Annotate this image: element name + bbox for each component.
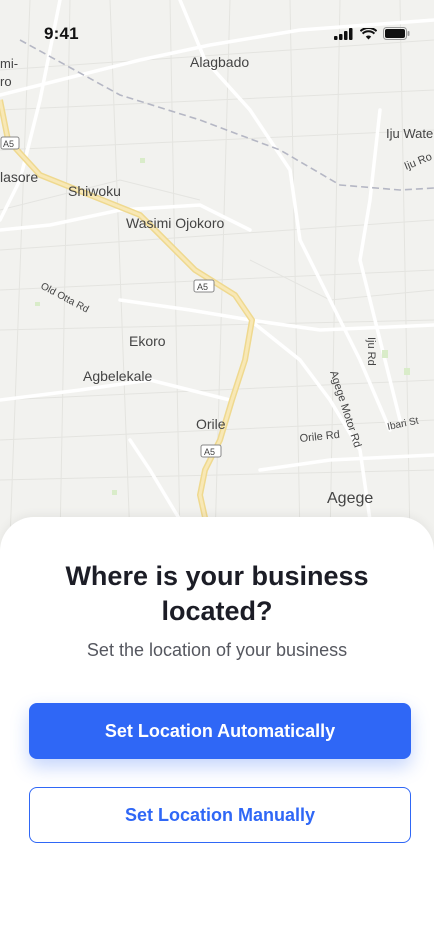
- map-label-shiwoku: Shiwoku: [68, 183, 121, 199]
- set-location-automatically-button[interactable]: Set Location Automatically: [29, 703, 411, 759]
- sheet-title: Where is your business located?: [30, 559, 404, 629]
- wifi-icon: [359, 27, 378, 45]
- a5-shield: A5: [200, 444, 222, 458]
- map-canvas[interactable]: A5 A5 A5 Alagbado Iju Wate Iju Ro mi- ro…: [0, 0, 434, 540]
- map-label-iju-rd: Iju Rd: [365, 337, 377, 366]
- a5-shield: A5: [193, 279, 215, 293]
- signal-icon: [334, 27, 354, 45]
- svg-text:A5: A5: [204, 447, 215, 457]
- set-location-manually-label: Set Location Manually: [124, 804, 316, 825]
- location-bottom-sheet: Where is your business located? Set the …: [0, 517, 434, 952]
- set-location-automatically-label: Set Location Automatically: [104, 720, 336, 741]
- map-label-iju-water: Iju Wate: [386, 126, 433, 141]
- svg-text:A5: A5: [3, 139, 14, 149]
- map-view[interactable]: A5 A5 A5 Alagbado Iju Wate Iju Ro mi- ro…: [0, 0, 434, 540]
- screen: A5 A5 A5 Alagbado Iju Wate Iju Ro mi- ro…: [0, 0, 434, 952]
- map-label-agege: Agege: [327, 490, 373, 507]
- map-label-ekoro: Ekoro: [129, 333, 166, 349]
- sheet-subtitle: Set the location of your business: [86, 640, 348, 660]
- map-label-alasore: lasore: [0, 169, 38, 185]
- sheet-title-line-2: located?: [161, 596, 273, 626]
- map-label-agbelekale: Agbelekale: [83, 368, 152, 384]
- map-label-mi: mi-: [0, 56, 18, 71]
- status-icons: [334, 27, 410, 45]
- sheet-title-line-1: Where is your business: [65, 561, 369, 591]
- map-label-alagbado: Alagbado: [190, 54, 249, 70]
- status-time: 9:41: [44, 24, 79, 43]
- svg-text:A5: A5: [197, 282, 208, 292]
- a5-shield: A5: [0, 136, 20, 150]
- map-label-wasimi: Wasimi Ojokoro: [126, 215, 224, 231]
- set-location-manually-button[interactable]: Set Location Manually: [29, 787, 411, 843]
- map-label-ro: ro: [0, 74, 12, 89]
- status-bar: 9:41: [0, 0, 434, 56]
- map-label-orile: Orile: [196, 416, 226, 432]
- battery-icon: [383, 27, 410, 45]
